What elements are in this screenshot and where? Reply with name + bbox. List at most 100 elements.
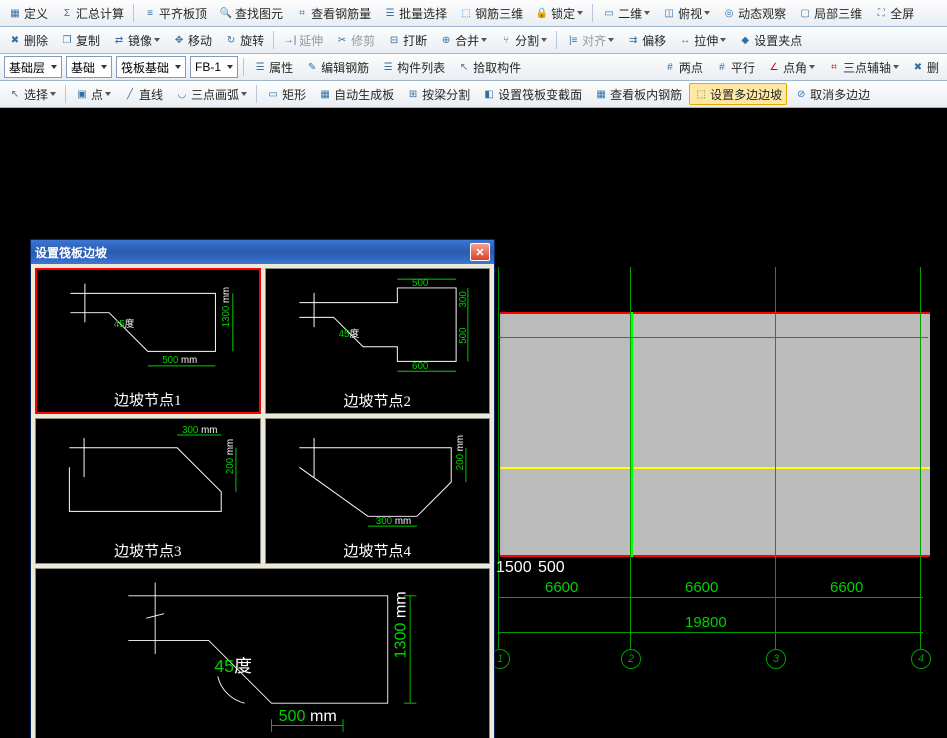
slope-option-2[interactable]: 45度 500 600 300 500 边坡节点2	[265, 268, 491, 414]
cancelmulti-button[interactable]: ⊘取消多边边	[789, 83, 875, 105]
fullscreen-button[interactable]: ⛶全屏	[869, 2, 919, 24]
viewrebar-button[interactable]: ⌗查看钢筋量	[290, 2, 376, 24]
dim-span-3: 6600	[830, 579, 863, 596]
svg-text:200 mm: 200 mm	[454, 435, 465, 470]
select-button[interactable]: ↖选择	[3, 83, 61, 105]
delete-button[interactable]: ✖删除	[3, 29, 53, 51]
slab-fill	[500, 312, 930, 557]
drawing-canvas[interactable]: 1500 500 6600 6600 6600 19800 1 2 3 4 设置…	[0, 108, 947, 738]
rotate-icon: ↻	[224, 33, 238, 47]
dim-span-1: 6600	[545, 579, 578, 596]
grid-v	[920, 267, 921, 662]
attrib-button[interactable]: ☰属性	[248, 56, 298, 78]
axis-bubble-4: 4	[911, 649, 931, 669]
sum-button[interactable]: Σ汇总计算	[55, 2, 129, 24]
rotate-button[interactable]: ↻旋转	[219, 29, 269, 51]
move-button[interactable]: ✥移动	[167, 29, 217, 51]
separator	[273, 31, 274, 49]
view2d-button[interactable]: ▭二维	[597, 2, 655, 24]
grid-v	[630, 267, 631, 662]
pick-button[interactable]: ↖拾取构件	[452, 56, 526, 78]
twopt-button[interactable]: #两点	[658, 56, 708, 78]
grid-h	[498, 337, 928, 338]
twopt-icon: #	[663, 60, 677, 74]
dialog-title: 设置筏板边坡	[35, 244, 107, 261]
byaxissplit-button[interactable]: ⊞按梁分割	[401, 83, 475, 105]
autoplate-button[interactable]: ▦自动生成板	[313, 83, 399, 105]
slope-option-3[interactable]: 300 mm 200 mm 边坡节点3	[35, 418, 261, 564]
setmultislope-button[interactable]: ⬚设置多边边坡	[689, 83, 787, 105]
dialog-body: 45度 500 mm 1300 mm 边坡节点1	[31, 264, 494, 738]
offset-button[interactable]: ⇉偏移	[621, 29, 671, 51]
stretch-button[interactable]: ↔拉伸	[673, 29, 731, 51]
extend-button[interactable]: →|延伸	[278, 29, 328, 51]
option-diagram: 45度 500 mm 1300 mm	[41, 274, 255, 390]
parallel-button[interactable]: #平行	[710, 56, 760, 78]
align-button[interactable]: |≡对齐	[561, 29, 619, 51]
axis-bubble-2: 2	[621, 649, 641, 669]
parallel-icon: #	[715, 60, 729, 74]
dynview-button[interactable]: ◎动态观察	[717, 2, 791, 24]
flushtop-button[interactable]: ≡平齐板顶	[138, 2, 212, 24]
svg-text:1300 mm: 1300 mm	[221, 287, 232, 327]
line-icon: ╱	[123, 87, 137, 101]
toolbar-row-3: 基础层 基础 筏板基础 FB-1 ☰属性 ✎编辑钢筋 ☰构件列表 ↖拾取构件 #…	[0, 54, 947, 81]
trim-button[interactable]: ✂修剪	[330, 29, 380, 51]
subtype-dropdown[interactable]: 筏板基础	[116, 56, 186, 78]
slope-option-4[interactable]: 300 mm 200 mm 边坡节点4	[265, 418, 491, 564]
arc-icon: ◡	[175, 87, 189, 101]
category-dropdown[interactable]: 基础	[66, 56, 112, 78]
sideview-button[interactable]: ◫俯视	[657, 2, 715, 24]
setgrip-button[interactable]: ◆设置夹点	[733, 29, 807, 51]
fullscreen-icon: ⛶	[874, 6, 888, 20]
split-icon: ⑂	[499, 33, 513, 47]
rect-button[interactable]: ▭矩形	[261, 83, 311, 105]
copy-button[interactable]: ❐复制	[55, 29, 105, 51]
orbit-icon: ◎	[722, 6, 736, 20]
option-caption: 边坡节点3	[36, 540, 260, 561]
chevron-down-icon	[105, 92, 111, 96]
slabrebar-icon: ▦	[594, 87, 608, 101]
point-icon: ▣	[75, 87, 89, 101]
chevron-down-icon	[241, 92, 247, 96]
split-button[interactable]: ⑂分割	[494, 29, 552, 51]
lock-icon: 🔒	[535, 6, 549, 20]
arc3pt-button[interactable]: ◡三点画弧	[170, 83, 252, 105]
slope-option-1[interactable]: 45度 500 mm 1300 mm 边坡节点1	[35, 268, 261, 414]
viewslabrebar-button[interactable]: ▦查看板内钢筋	[589, 83, 687, 105]
memberlist-button[interactable]: ☰构件列表	[376, 56, 450, 78]
member-dropdown[interactable]: FB-1	[190, 56, 238, 78]
delline-button[interactable]: ✖删	[906, 56, 944, 78]
multisel-button[interactable]: ☰批量选择	[378, 2, 452, 24]
chevron-down-icon	[809, 65, 815, 69]
slope-dialog: 设置筏板边坡 ✕ 45度 500 mm 1300	[30, 239, 495, 738]
stretch-icon: ↔	[678, 33, 692, 47]
dialog-titlebar[interactable]: 设置筏板边坡 ✕	[31, 240, 494, 264]
editrebar-button[interactable]: ✎编辑钢筋	[300, 56, 374, 78]
attr-icon: ☰	[253, 60, 267, 74]
point-button[interactable]: ▣点	[70, 83, 116, 105]
floor-dropdown[interactable]: 基础层	[4, 56, 62, 78]
dim-500: 500	[538, 559, 565, 577]
ptangle-button[interactable]: ∠点角	[762, 56, 820, 78]
chevron-down-icon	[50, 92, 56, 96]
line-button[interactable]: ╱直线	[118, 83, 168, 105]
aux-icon: ⌗	[827, 60, 841, 74]
break-button[interactable]: ⊟打断	[382, 29, 432, 51]
rebar3d-button[interactable]: ⬚钢筋三维	[454, 2, 528, 24]
separator	[556, 31, 557, 49]
setsection-button[interactable]: ◧设置筏板变截面	[477, 83, 587, 105]
threeaux-button[interactable]: ⌗三点辅轴	[822, 56, 904, 78]
define-button[interactable]: ▦定义	[3, 2, 53, 24]
merge-button[interactable]: ⊕合并	[434, 29, 492, 51]
grip-icon: ◆	[738, 33, 752, 47]
local3d-button[interactable]: ▢局部三维	[793, 2, 867, 24]
binoc-icon: 🔍	[219, 6, 233, 20]
lock-button[interactable]: 🔒锁定	[530, 2, 588, 24]
chevron-down-icon	[608, 38, 614, 42]
find-button[interactable]: 🔍查找图元	[214, 2, 288, 24]
mirror-button[interactable]: ⇄镜像	[107, 29, 165, 51]
close-button[interactable]: ✕	[470, 243, 490, 261]
svg-text:45度: 45度	[338, 327, 359, 340]
chevron-down-icon	[644, 11, 650, 15]
